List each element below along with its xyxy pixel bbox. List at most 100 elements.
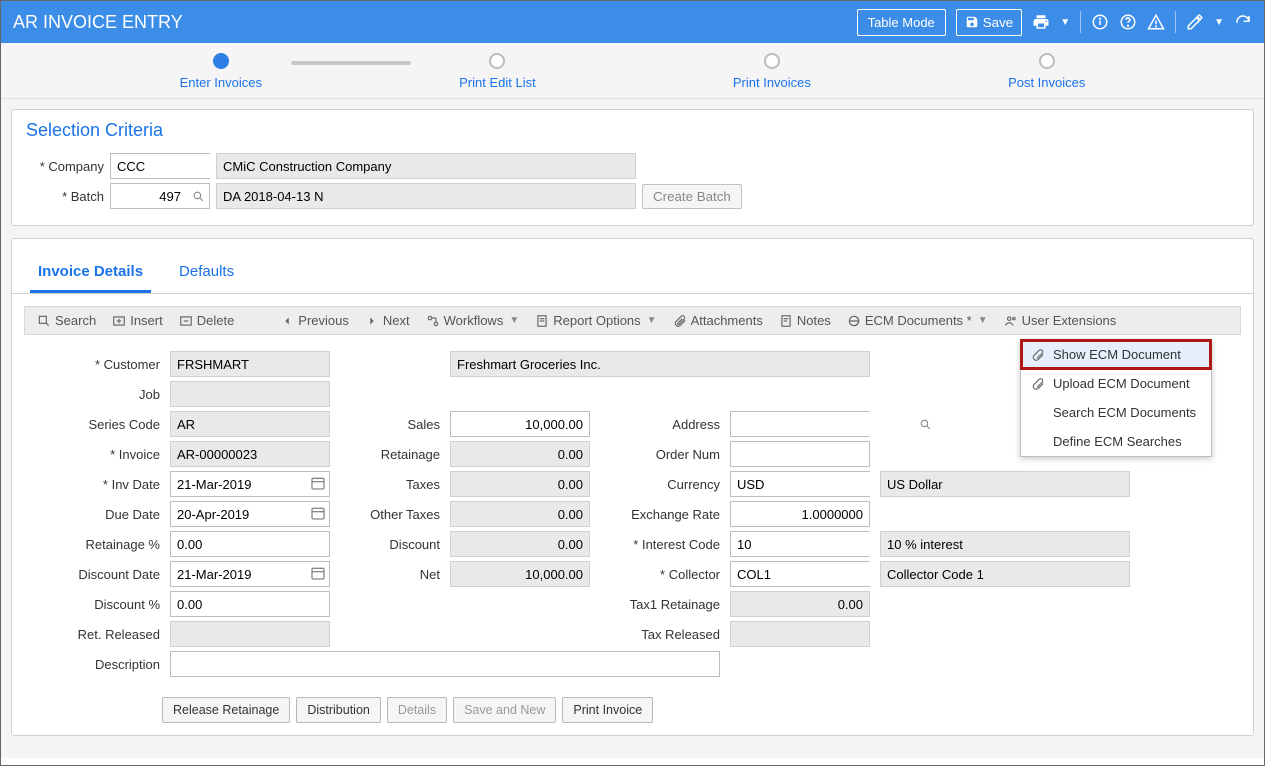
warning-icon[interactable] <box>1147 13 1165 31</box>
save-and-new-button[interactable]: Save and New <box>453 697 556 723</box>
exch-input[interactable] <box>730 501 870 527</box>
create-batch-button[interactable]: Create Batch <box>642 184 742 209</box>
batch-input[interactable] <box>111 184 187 208</box>
edit-icon[interactable] <box>1186 13 1204 31</box>
chevron-down-icon: ▼ <box>647 315 657 326</box>
insert-button[interactable]: Insert <box>112 313 163 328</box>
series-input <box>170 411 330 437</box>
print-dropdown-button[interactable] <box>1032 13 1050 31</box>
step-print-invoices[interactable]: Print Invoices <box>733 53 811 90</box>
interest-desc <box>880 531 1130 557</box>
currency-label: Currency <box>600 477 720 492</box>
ecm-show-document[interactable]: Show ECM Document <box>1021 340 1211 369</box>
customer-label: Customer <box>30 357 160 372</box>
ecm-upload-document[interactable]: Upload ECM Document <box>1021 369 1211 398</box>
batch-lookup[interactable] <box>110 183 210 209</box>
company-code-lookup[interactable] <box>110 153 210 179</box>
selection-criteria-panel: Selection Criteria Company Batch <box>11 109 1254 226</box>
step-enter-invoices[interactable]: Enter Invoices <box>180 53 262 90</box>
discdate-input[interactable] <box>170 561 330 587</box>
retainage-label: Retainage <box>340 447 440 462</box>
calendar-icon[interactable] <box>310 565 326 581</box>
info-icon[interactable] <box>1091 13 1109 31</box>
panel-title: Selection Criteria <box>12 110 1253 145</box>
search-icon[interactable] <box>187 190 209 203</box>
currency-lookup[interactable] <box>730 471 870 497</box>
discount-input <box>450 531 590 557</box>
print-invoice-button[interactable]: Print Invoice <box>562 697 653 723</box>
address-lookup[interactable] <box>730 411 870 437</box>
search-button[interactable]: Search <box>37 313 96 328</box>
invoice-label: Invoice <box>30 447 160 462</box>
ordernum-label: Order Num <box>600 447 720 462</box>
invdate-label: Inv Date <box>30 477 160 492</box>
retainage-input <box>450 441 590 467</box>
tab-invoice-details[interactable]: Invoice Details <box>30 255 151 293</box>
interest-label: Interest Code <box>600 537 720 552</box>
interest-lookup[interactable] <box>730 531 870 557</box>
attachment-icon <box>1031 348 1045 362</box>
job-input <box>170 381 330 407</box>
address-input[interactable] <box>731 412 919 436</box>
notes-button[interactable]: Notes <box>779 313 831 328</box>
othertax-input <box>450 501 590 527</box>
user-extensions-button[interactable]: User Extensions <box>1004 313 1117 328</box>
net-label: Net <box>340 567 440 582</box>
save-icon <box>965 15 979 29</box>
ecm-documents-button[interactable]: ECM Documents *▼ <box>847 313 988 328</box>
ecm-search-documents[interactable]: Search ECM Documents <box>1021 398 1211 427</box>
help-icon[interactable] <box>1119 13 1137 31</box>
othertax-label: Other Taxes <box>340 507 440 522</box>
save-label: Save <box>983 15 1013 30</box>
step-print-edit-list[interactable]: Print Edit List <box>459 53 536 90</box>
retpct-input[interactable] <box>170 531 330 557</box>
discdate-label: Discount Date <box>30 567 160 582</box>
tax1ret-label: Tax1 Retainage <box>600 597 720 612</box>
retrel-input <box>170 621 330 647</box>
net-input <box>450 561 590 587</box>
edit-dropdown-caret[interactable]: ▼ <box>1214 17 1224 28</box>
report-options-button[interactable]: Report Options▼ <box>535 313 656 328</box>
duedate-input[interactable] <box>170 501 330 527</box>
separator <box>1080 11 1081 33</box>
attachments-button[interactable]: Attachments <box>673 313 763 328</box>
collector-lookup[interactable] <box>730 561 870 587</box>
next-button[interactable]: Next <box>365 313 410 328</box>
refresh-icon[interactable] <box>1234 13 1252 31</box>
separator <box>1175 11 1176 33</box>
ecm-dropdown: Show ECM Document Upload ECM Document Se… <box>1020 339 1212 457</box>
search-icon[interactable] <box>919 418 932 431</box>
delete-button[interactable]: Delete <box>179 313 235 328</box>
desc-input[interactable] <box>170 651 720 677</box>
details-button[interactable]: Details <box>387 697 447 723</box>
company-name-display <box>216 153 636 179</box>
job-label: Job <box>30 387 160 402</box>
ecm-define-searches[interactable]: Define ECM Searches <box>1021 427 1211 456</box>
progress-stepper: Enter Invoices Print Edit List Print Inv… <box>1 43 1264 99</box>
taxrel-label: Tax Released <box>600 627 720 642</box>
invdate-input[interactable] <box>170 471 330 497</box>
previous-button[interactable]: Previous <box>280 313 349 328</box>
desc-label: Description <box>30 657 160 672</box>
tax1ret-input <box>730 591 870 617</box>
print-dropdown-caret[interactable]: ▼ <box>1060 17 1070 28</box>
invoice-input <box>170 441 330 467</box>
batch-name-display <box>216 183 636 209</box>
duedate-label: Due Date <box>30 507 160 522</box>
release-retainage-button[interactable]: Release Retainage <box>162 697 290 723</box>
sales-input[interactable] <box>450 411 590 437</box>
address-label: Address <box>600 417 720 432</box>
ordernum-input[interactable] <box>730 441 870 467</box>
step-post-invoices[interactable]: Post Invoices <box>1008 53 1085 90</box>
save-button[interactable]: Save <box>956 9 1022 36</box>
calendar-icon[interactable] <box>310 475 326 491</box>
workflows-button[interactable]: Workflows▼ <box>426 313 520 328</box>
discpct-label: Discount % <box>30 597 160 612</box>
collector-desc <box>880 561 1130 587</box>
table-mode-button[interactable]: Table Mode <box>857 9 946 36</box>
attachment-icon <box>1031 377 1045 391</box>
distribution-button[interactable]: Distribution <box>296 697 381 723</box>
discpct-input[interactable] <box>170 591 330 617</box>
tab-defaults[interactable]: Defaults <box>171 255 242 293</box>
calendar-icon[interactable] <box>310 505 326 521</box>
